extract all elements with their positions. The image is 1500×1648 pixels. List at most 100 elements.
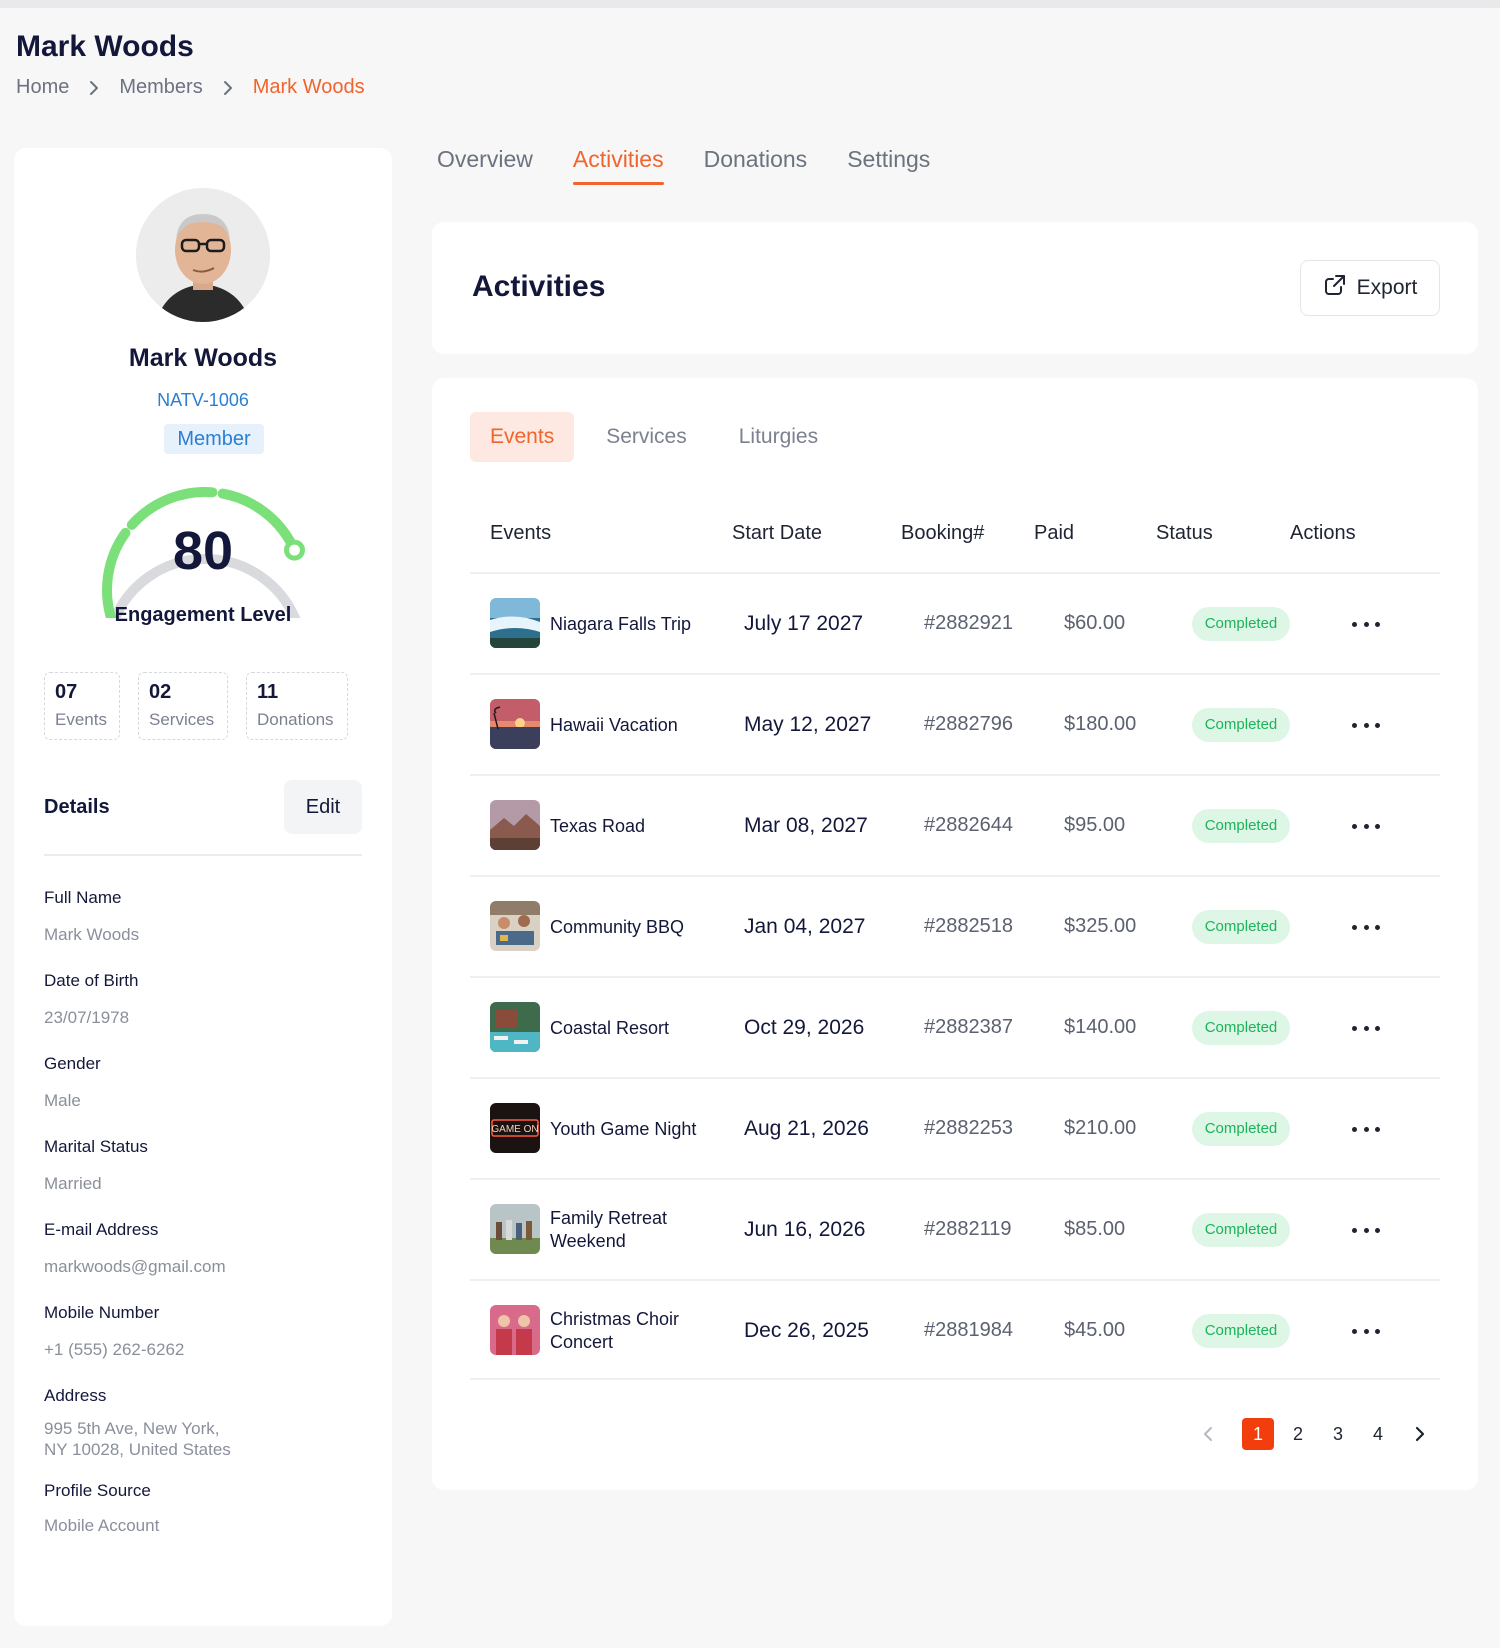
event-thumbnail bbox=[490, 1002, 540, 1052]
tab-overview[interactable]: Overview bbox=[437, 146, 533, 185]
booking-number: #2882253 bbox=[924, 1117, 1013, 1139]
profile-name: Mark Woods bbox=[128, 344, 278, 372]
paid-amount: $210.00 bbox=[1064, 1117, 1137, 1139]
booking-number: #2882518 bbox=[924, 915, 1013, 937]
table-row[interactable]: Hawaii Vacation May 12, 2027 #2882796 $1… bbox=[470, 673, 1440, 774]
table-row[interactable]: Texas Road Mar 08, 2027 #2882644 $95.00 … bbox=[470, 774, 1440, 875]
breadcrumb-members[interactable]: Members bbox=[119, 76, 202, 99]
event-thumbnail: GAME ON bbox=[490, 1103, 540, 1153]
activities-header-card: Activities Export bbox=[432, 222, 1478, 354]
page-title: Mark Woods bbox=[16, 30, 194, 63]
more-actions-icon[interactable] bbox=[1352, 1319, 1380, 1343]
edit-button[interactable]: Edit bbox=[284, 780, 362, 834]
tab-settings[interactable]: Settings bbox=[847, 146, 930, 185]
paid-amount: $140.00 bbox=[1064, 1016, 1137, 1038]
status-badge: Completed bbox=[1192, 1314, 1290, 1348]
column-header-status: Status bbox=[1156, 522, 1213, 544]
chevron-right-icon bbox=[223, 80, 233, 96]
stat-label: Services bbox=[149, 710, 215, 729]
status-badge: Completed bbox=[1192, 910, 1290, 944]
status-badge: Completed bbox=[1192, 708, 1290, 742]
event-thumbnail bbox=[490, 598, 540, 648]
tab-donations[interactable]: Donations bbox=[704, 146, 808, 185]
dob-label: Date of Birth bbox=[44, 971, 139, 990]
more-actions-icon[interactable] bbox=[1352, 915, 1380, 939]
gender-label: Gender bbox=[44, 1054, 101, 1073]
event-date: Aug 21, 2026 bbox=[744, 1117, 869, 1140]
more-actions-icon[interactable] bbox=[1352, 1218, 1380, 1242]
stat-value: 02 bbox=[149, 681, 172, 703]
breadcrumb: Home Members Mark Woods bbox=[16, 76, 365, 99]
stat-label: Events bbox=[55, 710, 107, 729]
paid-amount: $45.00 bbox=[1064, 1319, 1126, 1341]
event-name: Niagara Falls Trip bbox=[550, 613, 692, 634]
chevron-left-icon[interactable] bbox=[1192, 1418, 1224, 1450]
full-name-label: Full Name bbox=[44, 888, 122, 907]
more-actions-icon[interactable] bbox=[1352, 1016, 1380, 1040]
status-badge: Completed bbox=[1192, 1112, 1290, 1146]
column-header-actions: Actions bbox=[1290, 522, 1356, 544]
main-tabs: Overview Activities Donations Settings bbox=[437, 146, 930, 185]
event-date: Dec 26, 2025 bbox=[744, 1319, 869, 1342]
event-date: Jun 16, 2026 bbox=[744, 1218, 866, 1241]
address-line2: NY 10028, United States bbox=[44, 1440, 231, 1459]
stat-donations: 11 Donations bbox=[246, 672, 348, 740]
chevron-right-icon bbox=[89, 80, 99, 96]
paid-amount: $85.00 bbox=[1064, 1218, 1126, 1240]
profile-source-value: Mobile Account bbox=[44, 1516, 160, 1535]
event-date: Jan 04, 2027 bbox=[744, 915, 866, 938]
export-button[interactable]: Export bbox=[1300, 260, 1440, 316]
address-line1: 995 5th Ave, New York, bbox=[44, 1419, 220, 1438]
paid-amount: $60.00 bbox=[1064, 612, 1126, 634]
mobile-value: +1 (555) 262-6262 bbox=[44, 1340, 185, 1359]
details-heading: Details bbox=[44, 796, 110, 818]
subtab-services[interactable]: Services bbox=[586, 412, 707, 462]
thumbnail-text: GAME ON bbox=[491, 1124, 538, 1135]
event-name: Texas Road bbox=[550, 815, 646, 836]
stat-services: 02 Services bbox=[138, 672, 228, 740]
table-row[interactable]: Niagara Falls Trip July 17 2027 #2882921… bbox=[470, 572, 1440, 673]
chevron-right-icon[interactable] bbox=[1404, 1418, 1436, 1450]
paid-amount: $95.00 bbox=[1064, 814, 1126, 836]
page-button[interactable]: 2 bbox=[1282, 1418, 1314, 1450]
event-name: Family Retreat Weekend bbox=[550, 1208, 668, 1251]
more-actions-icon[interactable] bbox=[1352, 612, 1380, 636]
event-thumbnail bbox=[490, 901, 540, 951]
more-actions-icon[interactable] bbox=[1352, 814, 1380, 838]
status-badge: Completed bbox=[1192, 1011, 1290, 1045]
column-header-events: Events bbox=[490, 522, 552, 544]
activities-title: Activities bbox=[472, 270, 606, 303]
gender-value: Male bbox=[44, 1091, 81, 1110]
breadcrumb-home[interactable]: Home bbox=[16, 76, 69, 99]
email-label: E-mail Address bbox=[44, 1220, 159, 1239]
table-row[interactable]: Family Retreat Weekend Jun 16, 2026 #288… bbox=[470, 1178, 1440, 1279]
export-label: Export bbox=[1356, 276, 1418, 299]
page-button[interactable]: 1 bbox=[1242, 1418, 1274, 1450]
subtab-events[interactable]: Events bbox=[470, 412, 575, 462]
address-label: Address bbox=[44, 1386, 107, 1405]
event-date: Oct 29, 2026 bbox=[744, 1016, 865, 1039]
table-row[interactable]: GAME ON Youth Game Night Aug 21, 2026 #2… bbox=[470, 1077, 1440, 1178]
event-name: Christmas Choir Concert bbox=[550, 1309, 680, 1352]
table-row[interactable]: Christmas Choir Concert Dec 26, 2025 #28… bbox=[470, 1279, 1440, 1380]
marital-status-value: Married bbox=[44, 1174, 102, 1193]
table-row[interactable]: Coastal Resort Oct 29, 2026 #2882387 $14… bbox=[470, 976, 1440, 1077]
booking-number: #2882921 bbox=[924, 612, 1013, 634]
tab-activities[interactable]: Activities bbox=[572, 146, 664, 185]
page-button[interactable]: 4 bbox=[1362, 1418, 1394, 1450]
event-date: Mar 08, 2027 bbox=[744, 814, 868, 837]
event-thumbnail bbox=[490, 699, 540, 749]
status-badge: Completed bbox=[1192, 607, 1290, 641]
event-name: Community BBQ bbox=[550, 916, 685, 937]
table-row[interactable]: Community BBQ Jan 04, 2027 #2882518 $325… bbox=[470, 875, 1440, 976]
more-actions-icon[interactable] bbox=[1352, 713, 1380, 737]
stats-row: 07 Events 02 Services 11 Donations bbox=[44, 672, 348, 740]
more-actions-icon[interactable] bbox=[1352, 1117, 1380, 1141]
top-border bbox=[0, 0, 1500, 8]
mobile-label: Mobile Number bbox=[44, 1303, 160, 1322]
subtab-liturgies[interactable]: Liturgies bbox=[719, 412, 838, 462]
page-button[interactable]: 3 bbox=[1322, 1418, 1354, 1450]
stat-label: Donations bbox=[257, 710, 334, 729]
stat-value: 07 bbox=[55, 681, 78, 703]
column-header-start-date: Start Date bbox=[732, 522, 823, 544]
